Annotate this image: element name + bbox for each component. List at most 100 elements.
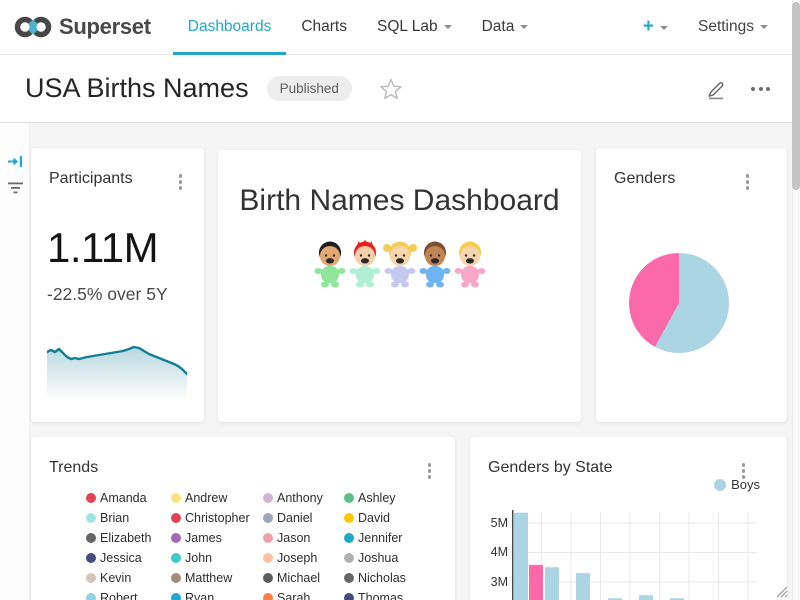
legend-item[interactable]: Michael	[263, 568, 344, 588]
legend-item[interactable]: Sarah	[263, 588, 344, 600]
kid-figure	[418, 240, 452, 288]
legend-item[interactable]: Ashley	[344, 488, 424, 508]
legend-item[interactable]: Jason	[263, 528, 344, 548]
bar-boys[interactable]	[576, 573, 590, 600]
legend-dot	[344, 593, 354, 600]
legend-dot	[344, 513, 354, 523]
legend-item[interactable]: Jennifer	[344, 528, 424, 548]
header-actions	[705, 78, 774, 100]
main-menu: Dashboards Charts SQL Lab Data	[173, 0, 544, 55]
nav-tab-label: SQL Lab	[377, 18, 438, 35]
caret-down-icon	[660, 26, 668, 30]
nav-tab-data[interactable]: Data	[467, 0, 544, 55]
legend-item[interactable]: James	[171, 528, 263, 548]
kid-figure	[453, 240, 487, 288]
legend-dot	[86, 593, 96, 600]
legend-item[interactable]: Robert	[86, 588, 171, 600]
legend-item[interactable]: Ryan	[171, 588, 263, 600]
legend-dot	[171, 553, 181, 563]
legend-dot	[86, 573, 96, 583]
legend-item[interactable]: Anthony	[263, 488, 344, 508]
nav-tab-charts[interactable]: Charts	[286, 0, 362, 55]
legend-label: Kevin	[100, 571, 131, 585]
y-axis-tick: 4M	[482, 545, 508, 559]
legend-item[interactable]: Matthew	[171, 568, 263, 588]
chart-title: Participants	[49, 170, 133, 188]
legend-item-boys[interactable]: Boys	[714, 477, 760, 492]
legend-dot	[714, 479, 726, 491]
legend-dot	[86, 493, 96, 503]
legend-label: Joshua	[358, 551, 398, 565]
scrollbar-track[interactable]	[792, 0, 800, 600]
legend-item[interactable]: Jessica	[86, 548, 171, 568]
legend-item[interactable]: Kevin	[86, 568, 171, 588]
kids-illustration	[218, 240, 581, 288]
new-item-button[interactable]: +	[643, 16, 668, 38]
settings-label: Settings	[698, 18, 754, 35]
legend-label: Robert	[100, 591, 138, 600]
chart-title: Trends	[49, 459, 98, 477]
chart-title: Genders by State	[488, 459, 613, 477]
kebab-menu-icon[interactable]	[177, 172, 185, 192]
legend-label: Elizabeth	[100, 531, 151, 545]
dashboard-grid: Participants 1.11M -22.5% over 5Y Birth …	[0, 123, 792, 600]
nav-tab-sql-lab[interactable]: SQL Lab	[362, 0, 467, 55]
bar-boys[interactable]	[639, 595, 653, 600]
bar-boys[interactable]	[545, 567, 559, 600]
legend-item[interactable]: David	[344, 508, 424, 528]
filter-funnel-icon[interactable]	[7, 181, 24, 195]
legend-dot	[171, 513, 181, 523]
favorite-star-button[interactable]	[380, 78, 402, 100]
kebab-menu-icon[interactable]	[744, 172, 752, 192]
card-genders: Genders	[596, 148, 787, 422]
y-axis-tick: 5M	[482, 516, 508, 530]
legend-item[interactable]: Christopher	[171, 508, 263, 528]
legend-label: James	[185, 531, 222, 545]
published-badge[interactable]: Published	[267, 76, 352, 101]
trends-legend: AmandaAndrew Anthony Ashley BrianChristophe…	[86, 488, 424, 600]
legend-item[interactable]: Joseph	[263, 548, 344, 568]
caret-down-icon	[520, 25, 528, 29]
legend-item[interactable]: Thomas	[344, 588, 424, 600]
more-horizontal-icon[interactable]	[747, 83, 774, 95]
legend-item[interactable]: John	[171, 548, 263, 568]
legend-label: Ryan	[185, 591, 214, 600]
nav-tab-dashboards[interactable]: Dashboards	[173, 0, 287, 55]
navbar: Superset Dashboards Charts SQL Lab Data …	[0, 0, 792, 55]
page-title: USA Births Names	[25, 73, 249, 104]
legend-item[interactable]: Daniel	[263, 508, 344, 528]
nav-tab-label: Data	[482, 18, 515, 35]
legend-item[interactable]: Andrew	[171, 488, 263, 508]
nav-tab-label: Dashboards	[188, 18, 272, 35]
navbar-right: + Settings	[643, 16, 792, 38]
active-tab-underline	[173, 52, 287, 55]
resize-handle-icon[interactable]	[774, 584, 788, 598]
legend-label: Daniel	[277, 511, 312, 525]
superset-logo[interactable]: Superset	[14, 13, 151, 41]
settings-menu[interactable]: Settings	[698, 18, 768, 36]
bar-girls[interactable]	[529, 565, 543, 600]
legend-label: Matthew	[185, 571, 232, 585]
legend-dot	[263, 593, 273, 600]
legend-item[interactable]: Brian	[86, 508, 171, 528]
legend-label: Anthony	[277, 491, 323, 505]
caret-down-icon	[444, 25, 452, 29]
card-genders-by-state: Genders by State Boys 5M 4M 3M	[470, 437, 787, 600]
legend-label: David	[358, 511, 390, 525]
kid-figure	[348, 240, 382, 288]
expand-filter-bar-icon[interactable]	[7, 153, 24, 170]
kebab-menu-icon[interactable]	[426, 461, 434, 481]
scrollbar-thumb[interactable]	[792, 2, 800, 190]
legend-dot	[86, 513, 96, 523]
legend-item[interactable]: Amanda	[86, 488, 171, 508]
legend-dot	[86, 553, 96, 563]
bar-boys[interactable]	[514, 513, 528, 600]
y-axis-tick: 3M	[482, 575, 508, 589]
chart-title: Genders	[614, 170, 675, 188]
sparkline-area	[47, 347, 187, 398]
legend-item[interactable]: Joshua	[344, 548, 424, 568]
legend-item[interactable]: Nicholas	[344, 568, 424, 588]
legend-item[interactable]: Elizabeth	[86, 528, 171, 548]
markdown-title: Birth Names Dashboard	[218, 184, 581, 218]
edit-pencil-icon[interactable]	[705, 78, 727, 100]
